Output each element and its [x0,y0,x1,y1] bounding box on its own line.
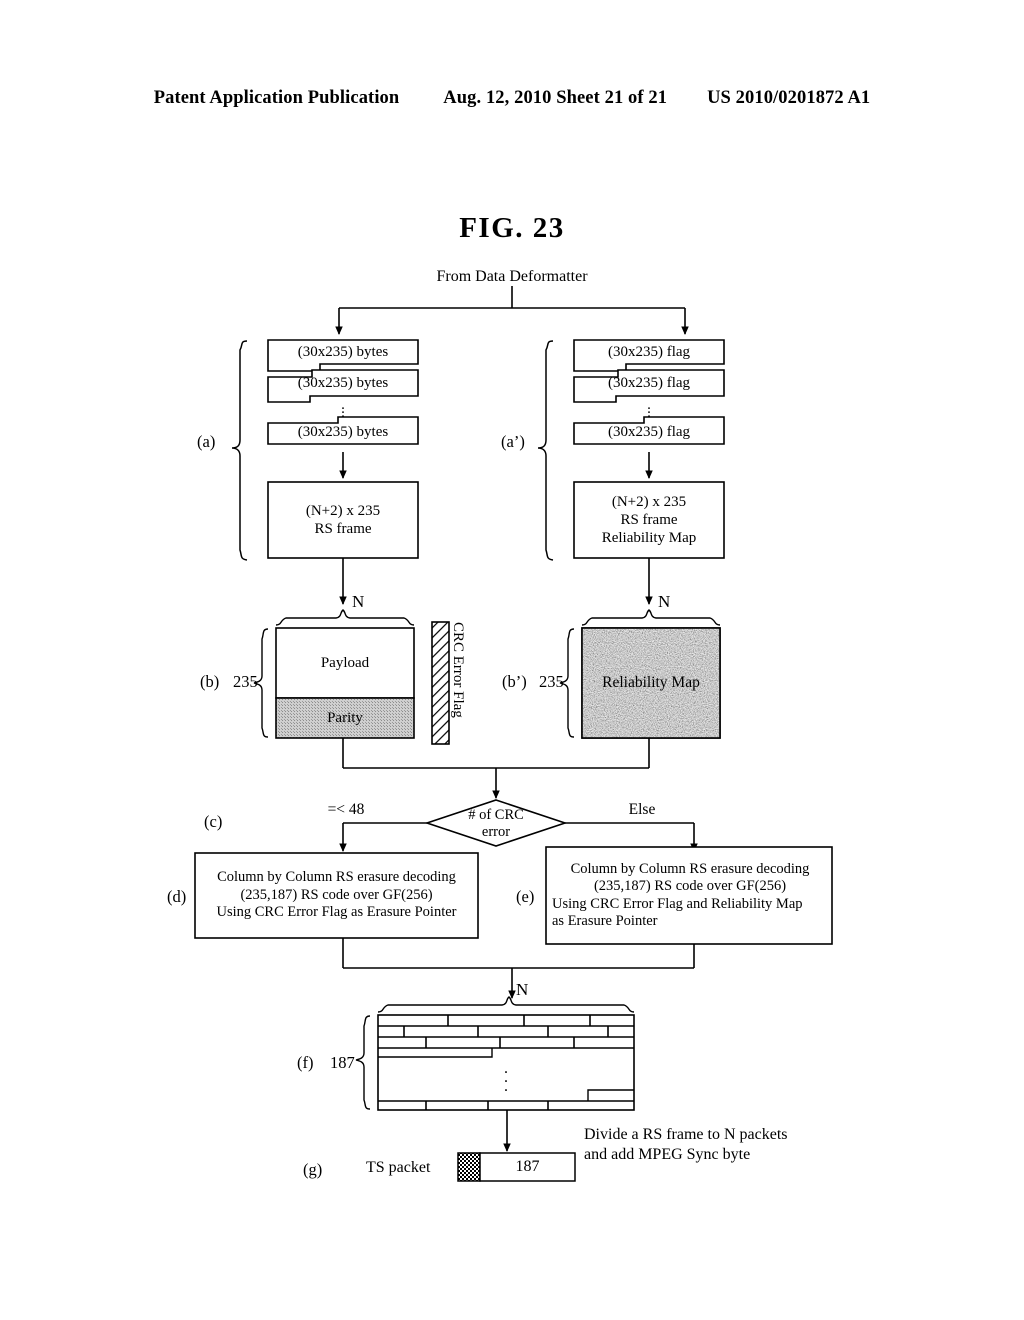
divide-note-line-1: Divide a RS frame to N packets [584,1126,788,1143]
ts-packet-label: TS packet [366,1159,431,1176]
height-label-f: 187 [330,1053,355,1072]
crc-error-flag-label: CRC Error Flag [450,622,466,718]
branch-label-left: =< 48 [327,801,365,818]
section-id-e: (e) [516,887,535,906]
section-id-d: (d) [167,887,187,906]
section-id-f: (f) [297,1053,314,1072]
section-id-b-prime: (b’) [502,672,527,691]
divide-note-line-2: and add MPEG Sync byte [584,1146,751,1163]
section-id-a: (a) [197,432,216,451]
section-id-g: (g) [303,1160,323,1179]
section-id-b: (b) [200,672,220,691]
section-id-c: (c) [204,812,223,831]
height-label-b-prime: 235 [539,672,564,691]
vertical-ellipsis-f: ... [504,1060,508,1095]
source-label: From Data Deformatter [436,268,588,285]
width-label-b: N [352,592,365,611]
width-label-f: N [516,980,529,999]
branch-label-right: Else [628,801,656,818]
vertical-ellipsis-a: ... [341,397,345,421]
vertical-ellipsis-a-prime: ... [647,397,651,421]
patent-figure-page: Patent Application Publication Aug. 12, … [0,0,1024,1320]
figure-drawing [194,286,833,1182]
width-label-b-prime: N [658,592,671,611]
section-id-a-prime: (a’) [501,432,525,451]
height-label-b: 235 [233,672,258,691]
